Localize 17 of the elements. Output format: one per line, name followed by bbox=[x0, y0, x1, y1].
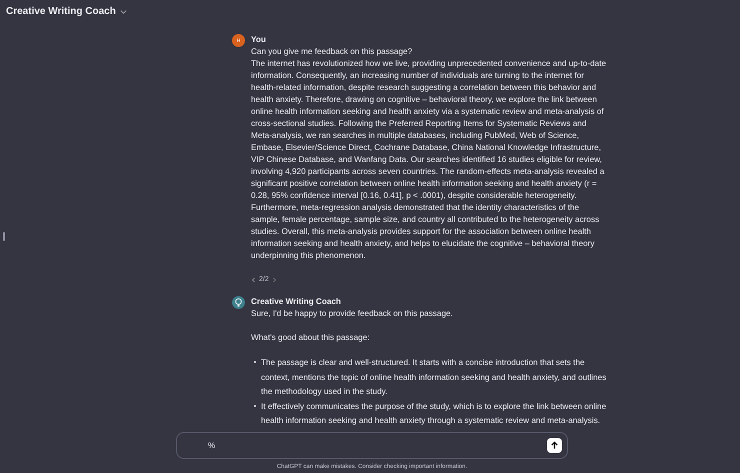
chevron-down-icon[interactable] bbox=[120, 8, 127, 14]
sidebar-toggle-handle[interactable] bbox=[3, 232, 5, 241]
message-paragraph: What's good about this passage: bbox=[251, 332, 371, 344]
message-paragraph: Sure, I'd be happy to provide feedback on this passage. bbox=[251, 308, 454, 320]
next-icon[interactable] bbox=[272, 277, 277, 283]
send-button[interactable] bbox=[547, 438, 562, 453]
message-input-field[interactable]: % bbox=[176, 432, 568, 459]
arrow-up-icon bbox=[550, 441, 559, 450]
message-paragraph: Can you give me feedback on this passage? bbox=[251, 46, 414, 58]
message-paragraph: The internet has revolutionized how we live, providing unprecedented convenience and up-to-date information. Consequently, an increasing number of individuals are turning to the internet for health-related information, despite research suggesting a correlation between this behavior and health anxiety. Therefore, drawing on cognitive – behavioral theory, we explore the link between online health information seeking and health anxiety via a systematic review and meta-analysis of cross-sectional studies. Following the Preferred Reporting Items for Systematic Reviews and Meta-analysis, we ran searches in multiple databases, including PubMed, Web of Science, Embase, Elsevier/Science Direct, Cochrane Database, China National Knowledge Infrastructure, VIP Chinese Database, and Wanfang Data. Our searches identified 16 studies eligible for review, involving 4,920 participants across seven countries. The random-effects meta-analysis revealed a significant positive correlation between online health information seeking and health anxiety (r = 0.28, 95% confidence interval [0.16, 0.41], p < .0001), despite considerable heterogeneity. Furthermore, meta-regression analysis demonstrated that the identity characteristics of the sample, female percentage, sample size, and country all contributed to the heterogeneity across studies. Overall, this meta-analysis provides support for the association between online health information seeking and health anxiety, and helps to elucidate the cognitive – behavioral theory underpinning this phenomenon. bbox=[251, 58, 608, 262]
author-name: You bbox=[251, 34, 267, 46]
bullet-text: The passage is clear and well-structured. It starts with a concise introduction that sets the context, mentions the topic of online health information seeking and health anxiety, and outlines the methodology used in the study. bbox=[261, 357, 608, 398]
previous-icon[interactable] bbox=[251, 277, 256, 283]
bullet-text: It effectively communicates the purpose of the study, which is to explore the link between online health information seeking and health anxiety through a systematic review and meta-analysis. bbox=[261, 400, 608, 426]
chat-title[interactable]: Creative Writing Coach bbox=[6, 6, 116, 16]
author-name: Creative Writing Coach bbox=[251, 296, 342, 308]
lightbulb-avatar-icon bbox=[232, 296, 245, 309]
